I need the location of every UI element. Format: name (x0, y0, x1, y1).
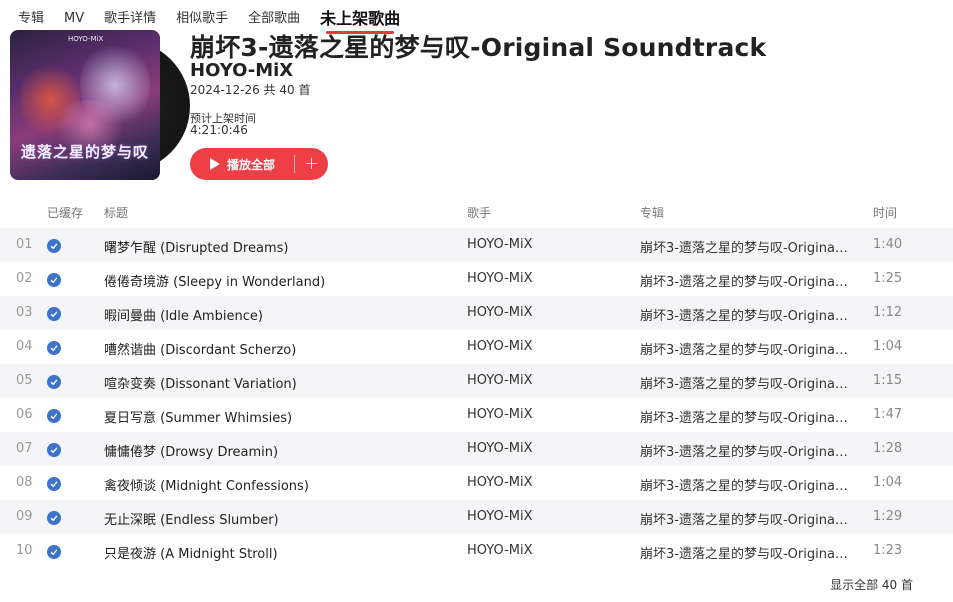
table-row[interactable]: 08 禽夜倾谈 (Midnight Confessions) HOYO-MiX … (0, 466, 953, 500)
check-circle-icon (47, 375, 61, 389)
row-index: 10 (16, 543, 33, 558)
album-cover-group[interactable]: HOYO-MiX 遗落之星的梦与叹 (10, 30, 190, 182)
album-title: 崩坏3-遗落之星的梦与叹-Original Soundtrack (190, 33, 767, 62)
album-artist[interactable]: HOYO-MiX (190, 60, 293, 81)
song-title[interactable]: 暇间曼曲 (Idle Ambience) (104, 305, 454, 324)
header-time[interactable]: 时间 (873, 204, 897, 221)
song-duration: 1:04 (873, 339, 903, 354)
header-album[interactable]: 专辑 (640, 204, 664, 221)
song-artist[interactable]: HOYO-MiX (467, 441, 627, 456)
row-index: 06 (16, 407, 33, 422)
table-header: 已缓存 标题 歌手 专辑 时间 (0, 200, 953, 224)
row-index: 08 (16, 475, 33, 490)
cover-title-art: 遗落之星的梦与叹 (20, 143, 149, 161)
tab-all-songs[interactable]: 全部歌曲 (248, 10, 300, 28)
song-title[interactable]: 倦倦奇境游 (Sleepy in Wonderland) (104, 271, 454, 290)
tab-album[interactable]: 专辑 (18, 10, 44, 28)
table-row[interactable]: 07 慵慵倦梦 (Drowsy Dreamin) HOYO-MiX 崩坏3-遗落… (0, 432, 953, 466)
song-title[interactable]: 禽夜倾谈 (Midnight Confessions) (104, 475, 454, 494)
table-row[interactable]: 10 只是夜游 (A Midnight Stroll) HOYO-MiX 崩坏3… (0, 534, 953, 568)
song-artist[interactable]: HOYO-MiX (467, 509, 627, 524)
song-duration: 1:25 (873, 271, 903, 286)
cover-logo: HOYO-MiX (68, 35, 104, 43)
song-title[interactable]: 曙梦乍醒 (Disrupted Dreams) (104, 237, 454, 256)
song-album[interactable]: 崩坏3-遗落之星的梦与叹-Origina… (640, 475, 862, 494)
song-artist[interactable]: HOYO-MiX (467, 271, 627, 286)
check-circle-icon (47, 341, 61, 355)
tab-similar-artists[interactable]: 相似歌手 (176, 10, 228, 28)
row-index: 07 (16, 441, 33, 456)
song-artist[interactable]: HOYO-MiX (467, 339, 627, 354)
song-title[interactable]: 喧杂变奏 (Dissonant Variation) (104, 373, 454, 392)
song-artist[interactable]: HOYO-MiX (467, 407, 627, 422)
song-artist[interactable]: HOYO-MiX (467, 543, 627, 558)
song-duration: 1:40 (873, 237, 903, 252)
tab-bar: 专辑 MV 歌手详情 相似歌手 全部歌曲 未上架歌曲 (18, 6, 420, 34)
table-row[interactable]: 04 嘈然谐曲 (Discordant Scherzo) HOYO-MiX 崩坏… (0, 330, 953, 364)
table-row[interactable]: 09 无止深眠 (Endless Slumber) HOYO-MiX 崩坏3-遗… (0, 500, 953, 534)
tab-artist-details[interactable]: 歌手详情 (104, 10, 156, 28)
check-circle-icon (47, 545, 61, 559)
plus-icon: + (303, 153, 320, 174)
song-artist[interactable]: HOYO-MiX (467, 305, 627, 320)
song-album[interactable]: 崩坏3-遗落之星的梦与叹-Origina… (640, 543, 862, 562)
play-icon (210, 158, 220, 170)
song-album[interactable]: 崩坏3-遗落之星的梦与叹-Origina… (640, 441, 862, 460)
show-all-link[interactable]: 显示全部 40 首 (830, 576, 913, 593)
song-artist[interactable]: HOYO-MiX (467, 237, 627, 252)
song-artist[interactable]: HOYO-MiX (467, 475, 627, 490)
row-index: 02 (16, 271, 33, 286)
song-title[interactable]: 嘈然谐曲 (Discordant Scherzo) (104, 339, 454, 358)
song-duration: 1:15 (873, 373, 903, 388)
add-to-playlist-button[interactable]: + (295, 148, 328, 180)
check-circle-icon (47, 409, 61, 423)
play-all-button[interactable]: 播放全部 (190, 148, 294, 180)
song-album[interactable]: 崩坏3-遗落之星的梦与叹-Origina… (640, 339, 862, 358)
song-artist[interactable]: HOYO-MiX (467, 373, 627, 388)
song-album[interactable]: 崩坏3-遗落之星的梦与叹-Origina… (640, 373, 862, 392)
check-circle-icon (47, 307, 61, 321)
song-title[interactable]: 只是夜游 (A Midnight Stroll) (104, 543, 454, 562)
row-index: 05 (16, 373, 33, 388)
row-index: 04 (16, 339, 33, 354)
song-album[interactable]: 崩坏3-遗落之星的梦与叹-Origina… (640, 271, 862, 290)
song-album[interactable]: 崩坏3-遗落之星的梦与叹-Origina… (640, 407, 862, 426)
song-list: 01 曙梦乍醒 (Disrupted Dreams) HOYO-MiX 崩坏3-… (0, 228, 953, 568)
table-row[interactable]: 02 倦倦奇境游 (Sleepy in Wonderland) HOYO-MiX… (0, 262, 953, 296)
song-duration: 1:04 (873, 475, 903, 490)
play-all-group: 播放全部 + (190, 148, 328, 180)
song-duration: 1:29 (873, 509, 903, 524)
table-row[interactable]: 06 夏日写意 (Summer Whimsies) HOYO-MiX 崩坏3-遗… (0, 398, 953, 432)
check-circle-icon (47, 443, 61, 457)
header-artist[interactable]: 歌手 (467, 204, 491, 221)
play-all-label: 播放全部 (227, 157, 276, 172)
row-index: 09 (16, 509, 33, 524)
check-circle-icon (47, 239, 61, 253)
song-title[interactable]: 慵慵倦梦 (Drowsy Dreamin) (104, 441, 454, 460)
check-circle-icon (47, 511, 61, 525)
song-album[interactable]: 崩坏3-遗落之星的梦与叹-Origina… (640, 509, 862, 528)
tab-unreleased-songs[interactable]: 未上架歌曲 (320, 10, 400, 34)
release-countdown: 4:21:0:46 (190, 123, 248, 137)
song-duration: 1:12 (873, 305, 903, 320)
song-album[interactable]: 崩坏3-遗落之星的梦与叹-Origina… (640, 305, 862, 324)
song-duration: 1:28 (873, 441, 903, 456)
album-cover[interactable]: HOYO-MiX 遗落之星的梦与叹 (10, 30, 160, 180)
song-duration: 1:23 (873, 543, 903, 558)
album-meta: 2024-12-26 共 40 首 (190, 83, 311, 97)
row-index: 01 (16, 237, 33, 252)
table-row[interactable]: 05 喧杂变奏 (Dissonant Variation) HOYO-MiX 崩… (0, 364, 953, 398)
check-circle-icon (47, 273, 61, 287)
row-index: 03 (16, 305, 33, 320)
table-row[interactable]: 01 曙梦乍醒 (Disrupted Dreams) HOYO-MiX 崩坏3-… (0, 228, 953, 262)
song-duration: 1:47 (873, 407, 903, 422)
check-circle-icon (47, 477, 61, 491)
header-cached: 已缓存 (47, 206, 84, 220)
song-title[interactable]: 夏日写意 (Summer Whimsies) (104, 407, 454, 426)
song-title[interactable]: 无止深眠 (Endless Slumber) (104, 509, 454, 528)
table-row[interactable]: 03 暇间曼曲 (Idle Ambience) HOYO-MiX 崩坏3-遗落之… (0, 296, 953, 330)
tab-mv[interactable]: MV (64, 10, 84, 28)
song-album[interactable]: 崩坏3-遗落之星的梦与叹-Origina… (640, 237, 862, 256)
header-title[interactable]: 标题 (104, 204, 128, 221)
